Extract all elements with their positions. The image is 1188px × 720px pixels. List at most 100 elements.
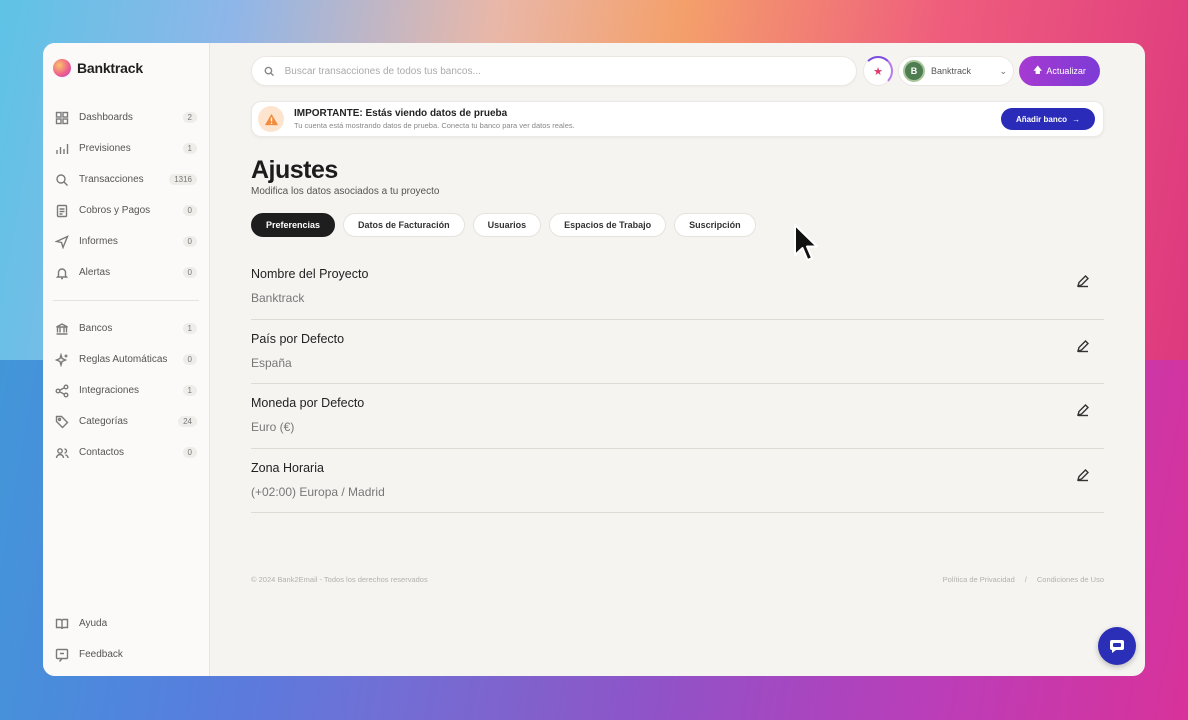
sidebar-nav-secondary: Bancos 1 Reglas Automáticas 0 Integracio… [53, 313, 199, 468]
search-icon [55, 173, 69, 187]
brand-logo [53, 59, 71, 77]
setting-value: (+02:00) Europa / Madrid [251, 484, 385, 499]
book-icon [55, 617, 69, 631]
edit-default-currency-button[interactable] [1076, 403, 1092, 419]
loading-ring [863, 56, 893, 86]
edit-default-country-button[interactable] [1076, 339, 1092, 355]
setting-value: Euro (€) [251, 420, 295, 434]
sidebar-item-previsiones[interactable]: Previsiones 1 [53, 133, 199, 164]
add-bank-button[interactable]: Añadir banco → [1001, 108, 1095, 130]
sidebar-item-categorias[interactable]: Categorías 24 [53, 406, 199, 437]
sidebar-item-cobros-pagos[interactable]: Cobros y Pagos 0 [53, 195, 199, 226]
sidebar-nav-primary: Dashboards 2 Previsiones 1 Transacciones… [53, 102, 199, 288]
brand[interactable]: Banktrack [53, 57, 199, 79]
setting-label: País por Defecto [251, 331, 345, 346]
brand-name: Banktrack [77, 60, 143, 76]
grid-icon [55, 111, 69, 125]
setting-default-country: País por Defecto España [251, 320, 1104, 384]
setting-label: Zona Horaria [251, 460, 324, 475]
sidebar-item-integraciones[interactable]: Integraciones 1 [53, 375, 199, 406]
sidebar-item-label: Ayuda [79, 618, 108, 629]
arrow-up-icon: 🡅 [1033, 65, 1043, 75]
bell-icon [55, 266, 69, 280]
sidebar-item-count: 0 [182, 205, 197, 216]
sidebar-item-feedback[interactable]: Feedback [53, 639, 199, 670]
sidebar-item-label: Feedback [79, 649, 123, 660]
sparkle-icon [55, 352, 69, 367]
sidebar-item-count: 1 [182, 143, 197, 154]
bank-icon [55, 322, 69, 336]
sidebar-item-label: Bancos [79, 323, 113, 334]
sidebar-item-label: Previsiones [79, 143, 131, 154]
sidebar-item-count: 2 [182, 112, 197, 123]
pencil-icon [1076, 468, 1089, 481]
sidebar-item-label: Cobros y Pagos [79, 205, 151, 216]
sidebar-item-count: 0 [182, 354, 197, 365]
sidebar-item-informes[interactable]: Informes 0 [53, 226, 199, 257]
tab-espacios[interactable]: Espacios de Trabajo [549, 213, 667, 237]
page-title: Ajustes [251, 156, 338, 184]
sidebar-item-bancos[interactable]: Bancos 1 [53, 313, 199, 344]
sidebar-item-ayuda[interactable]: Ayuda [53, 608, 199, 639]
setting-label: Moneda por Defecto [251, 396, 365, 410]
send-icon [55, 234, 69, 249]
search-input[interactable] [284, 65, 844, 77]
setting-value: Banktrack [251, 291, 305, 305]
tab-preferencias[interactable]: Preferencias [251, 213, 336, 237]
bar-chart-icon [55, 142, 69, 156]
sidebar-item-transacciones[interactable]: Transacciones 1316 [53, 164, 199, 195]
sidebar-item-label: Transacciones [79, 174, 144, 185]
terms-link[interactable]: Condiciones de Uso [1037, 575, 1104, 584]
edit-project-name-button[interactable] [1076, 274, 1092, 290]
sidebar-item-count: 0 [182, 447, 197, 458]
pencil-icon [1076, 339, 1089, 352]
document-icon [55, 204, 69, 218]
sidebar-item-count: 0 [182, 236, 197, 247]
sidebar-item-label: Integraciones [79, 385, 140, 396]
sidebar: Banktrack Dashboards 2 Previsiones 1 Tra… [43, 43, 210, 676]
tab-facturacion[interactable]: Datos de Facturación [343, 213, 465, 237]
upgrade-button[interactable]: 🡅 Actualizar [1019, 56, 1100, 86]
sidebar-item-count: 1316 [169, 174, 197, 185]
tab-suscripcion[interactable]: Suscripción [674, 213, 756, 237]
search-bar[interactable] [251, 56, 857, 86]
sidebar-item-count: 1 [182, 323, 197, 334]
share-icon [55, 384, 69, 398]
tab-usuarios[interactable]: Usuarios [472, 213, 542, 237]
app-window: Banktrack Dashboards 2 Previsiones 1 Tra… [43, 43, 1145, 676]
search-icon [264, 66, 274, 76]
sidebar-item-reglas[interactable]: Reglas Automáticas 0 [53, 344, 199, 375]
tag-icon [55, 415, 69, 429]
setting-value: España [251, 355, 292, 370]
sidebar-item-count: 1 [182, 385, 197, 396]
warning-icon [258, 106, 284, 132]
copyright: © 2024 Bank2Email - Todos los derechos r… [251, 575, 428, 584]
sidebar-item-contactos[interactable]: Contactos 0 [53, 437, 199, 468]
sidebar-nav-bottom: Ayuda Feedback [53, 608, 199, 670]
sidebar-item-alertas[interactable]: Alertas 0 [53, 257, 199, 288]
banner-title: IMPORTANTE: Estás viendo datos de prueba [294, 108, 508, 119]
privacy-link[interactable]: Política de Privacidad [943, 575, 1015, 584]
setting-project-name: Nombre del Proyecto Banktrack [251, 255, 1104, 320]
account-selector[interactable]: B Banktrack ⌄ [898, 56, 1014, 86]
chevron-down-icon: ⌄ [999, 65, 1007, 76]
topbar: ★ B Banktrack ⌄ 🡅 Actualizar [251, 55, 1104, 87]
settings-list: Nombre del Proyecto Banktrack País por D… [251, 255, 1104, 513]
sidebar-item-count: 0 [182, 267, 197, 278]
sidebar-item-label: Informes [79, 236, 118, 247]
pencil-icon [1076, 275, 1089, 288]
sidebar-divider [53, 300, 199, 301]
feedback-icon [55, 648, 69, 662]
account-name: Banktrack [931, 66, 972, 76]
avatar: B [903, 60, 925, 82]
upgrade-label: Actualizar [1046, 66, 1086, 76]
arrow-right-icon: → [1072, 114, 1081, 124]
sidebar-item-label: Dashboards [79, 112, 133, 123]
edit-timezone-button[interactable] [1076, 468, 1092, 484]
sidebar-item-label: Alertas [79, 267, 111, 278]
chat-button[interactable] [1098, 627, 1136, 665]
sidebar-item-label: Reglas Automáticas [79, 354, 168, 365]
setting-timezone: Zona Horaria (+02:00) Europa / Madrid [251, 449, 1104, 513]
favorites-button[interactable]: ★ [863, 56, 893, 86]
sidebar-item-dashboards[interactable]: Dashboards 2 [53, 102, 199, 133]
